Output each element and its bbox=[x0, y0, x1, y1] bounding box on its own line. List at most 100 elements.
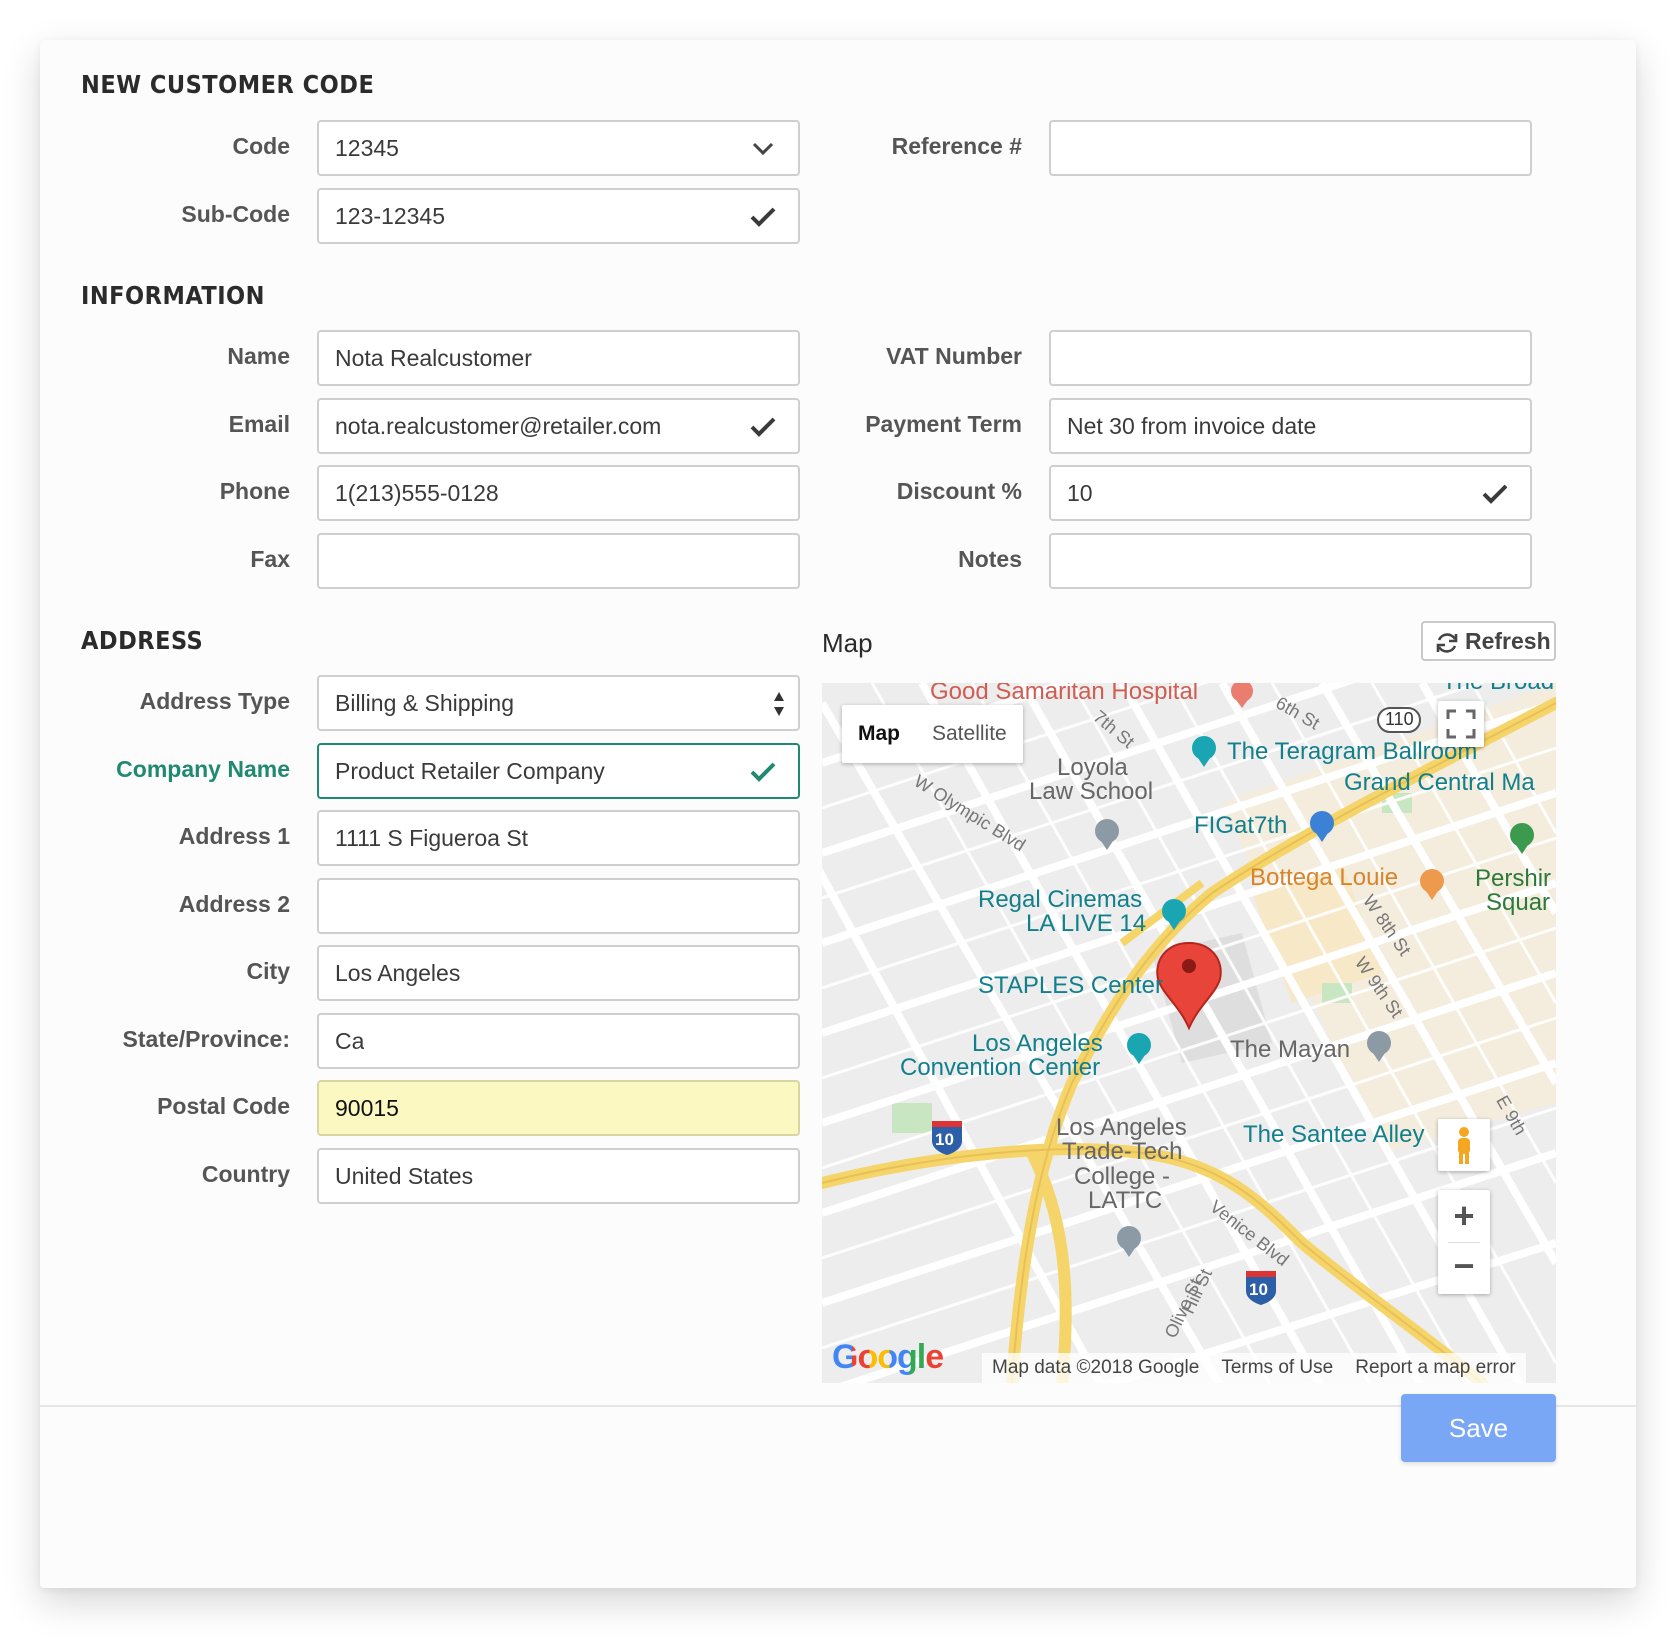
discount-value: 10 bbox=[1067, 480, 1093, 506]
state-value: Ca bbox=[335, 1028, 365, 1054]
refresh-button[interactable]: Refresh bbox=[1421, 621, 1556, 661]
chevron-down-icon bbox=[752, 142, 774, 156]
terms-of-use-link[interactable]: Terms of Use bbox=[1221, 1353, 1333, 1383]
poi-tradetech-2: Trade-Tech bbox=[1062, 1138, 1183, 1165]
code-value: 12345 bbox=[335, 135, 399, 161]
interstate-10-label-2: 10 bbox=[1249, 1280, 1268, 1299]
address1-input[interactable]: 1111 S Figueroa St bbox=[317, 810, 800, 866]
poi-santee-alley: The Santee Alley bbox=[1243, 1121, 1425, 1148]
poi-pershing-2: Squar bbox=[1486, 889, 1551, 916]
name-label: Name bbox=[227, 343, 290, 369]
report-map-error-link[interactable]: Report a map error bbox=[1355, 1353, 1516, 1383]
payment-term-input[interactable]: Net 30 from invoice date bbox=[1049, 398, 1532, 454]
vat-input[interactable] bbox=[1049, 330, 1532, 386]
address1-value: 1111 S Figueroa St bbox=[335, 825, 529, 851]
poi-convention-2: Convention Center bbox=[900, 1054, 1101, 1081]
poi-bottega-louie: Bottega Louie bbox=[1250, 864, 1399, 891]
address2-input[interactable] bbox=[317, 878, 800, 934]
phone-value: 1(213)555-0128 bbox=[335, 480, 499, 506]
payment-term-label: Payment Term bbox=[865, 411, 1022, 437]
section-title-new-customer-code: NEW CUSTOMER CODE bbox=[81, 70, 375, 99]
name-value: Nota Realcustomer bbox=[335, 345, 532, 371]
fullscreen-icon bbox=[1446, 709, 1476, 739]
select-updown-icon bbox=[774, 692, 784, 716]
map-type-control: Map Satellite bbox=[842, 705, 1023, 763]
poi-grand-central: Grand Central Ma bbox=[1344, 769, 1535, 796]
code-select[interactable]: 12345 bbox=[317, 120, 800, 176]
state-label: State/Province: bbox=[122, 1026, 290, 1052]
check-icon bbox=[750, 207, 776, 227]
subcode-label: Sub-Code bbox=[181, 201, 290, 227]
notes-input[interactable] bbox=[1049, 533, 1532, 589]
check-icon bbox=[750, 417, 776, 437]
save-button[interactable]: Save bbox=[1401, 1394, 1556, 1462]
poi-the-broad: The Broad bbox=[1442, 683, 1554, 695]
section-title-address: ADDRESS bbox=[81, 626, 204, 655]
phone-input[interactable]: 1(213)555-0128 bbox=[317, 465, 800, 521]
check-icon bbox=[1482, 484, 1508, 504]
street-view-button[interactable] bbox=[1438, 1119, 1490, 1171]
postal-code-label: Postal Code bbox=[157, 1093, 290, 1119]
address-type-label: Address Type bbox=[139, 688, 290, 714]
subcode-input[interactable]: 123-12345 bbox=[317, 188, 800, 244]
postal-code-value: 90015 bbox=[335, 1095, 399, 1121]
poi-the-mayan: The Mayan bbox=[1230, 1036, 1351, 1063]
footer-divider bbox=[40, 1405, 1636, 1407]
phone-label: Phone bbox=[219, 478, 290, 504]
zoom-divider bbox=[1448, 1242, 1480, 1243]
zoom-control: + − bbox=[1438, 1190, 1490, 1294]
poi-regal-2: LA LIVE 14 bbox=[1026, 910, 1147, 937]
map-title: Map bbox=[822, 628, 873, 658]
poi-tradetech-4: LATTC bbox=[1088, 1187, 1163, 1214]
state-input[interactable]: Ca bbox=[317, 1013, 800, 1069]
interstate-10-label: 10 bbox=[935, 1130, 954, 1149]
postal-code-input[interactable]: 90015 bbox=[317, 1080, 800, 1136]
google-logo: Google bbox=[832, 1338, 944, 1377]
map-type-satellite-button[interactable]: Satellite bbox=[916, 705, 1023, 763]
highway-110-label: 110 bbox=[1385, 709, 1414, 729]
poi-loyola-2: Law School bbox=[1029, 778, 1154, 805]
email-input[interactable]: nota.realcustomer@retailer.com bbox=[317, 398, 800, 454]
address-type-select[interactable]: Billing & Shipping bbox=[317, 675, 800, 731]
pegman-icon bbox=[1458, 1127, 1470, 1164]
reference-input[interactable] bbox=[1049, 120, 1532, 176]
discount-input[interactable]: 10 bbox=[1049, 465, 1532, 521]
map-data-credit: Map data ©2018 Google bbox=[992, 1357, 1200, 1378]
section-title-information: INFORMATION bbox=[81, 281, 265, 310]
discount-label: Discount % bbox=[896, 478, 1022, 504]
map-footer: Map data ©2018 Google Terms of Use Repor… bbox=[982, 1353, 1526, 1383]
country-value: United States bbox=[335, 1163, 474, 1189]
zoom-in-button[interactable]: + bbox=[1438, 1190, 1490, 1242]
country-label: Country bbox=[201, 1161, 290, 1187]
name-input[interactable]: Nota Realcustomer bbox=[317, 330, 800, 386]
check-icon bbox=[750, 762, 776, 782]
fax-label: Fax bbox=[250, 546, 290, 572]
country-input[interactable]: United States bbox=[317, 1148, 800, 1204]
company-name-input[interactable]: Product Retailer Company bbox=[317, 743, 800, 799]
address1-label: Address 1 bbox=[178, 823, 290, 849]
payment-term-value: Net 30 from invoice date bbox=[1067, 413, 1317, 439]
customer-form-card: NEW CUSTOMER CODE Code 12345 Sub-Code 12… bbox=[40, 40, 1636, 1588]
refresh-label: Refresh bbox=[1465, 628, 1551, 654]
reference-label: Reference # bbox=[891, 133, 1022, 159]
poi-good-samaritan: Good Samaritan Hospital bbox=[930, 683, 1199, 705]
poi-staples-center: STAPLES Center bbox=[978, 972, 1163, 999]
google-logo-text: Google bbox=[832, 1338, 944, 1376]
address2-label: Address 2 bbox=[178, 891, 290, 917]
map-type-map-button[interactable]: Map bbox=[842, 705, 916, 763]
code-label: Code bbox=[232, 133, 291, 159]
map-view[interactable]: 110 10 10 Good Samaritan Hospital The Br… bbox=[822, 683, 1556, 1383]
email-label: Email bbox=[228, 411, 290, 437]
city-input[interactable]: Los Angeles bbox=[317, 945, 800, 1001]
email-value: nota.realcustomer@retailer.com bbox=[335, 413, 662, 439]
poi-figat7th: FIGat7th bbox=[1194, 812, 1288, 839]
subcode-value: 123-12345 bbox=[335, 203, 445, 229]
notes-label: Notes bbox=[958, 546, 1022, 572]
fullscreen-button[interactable] bbox=[1438, 701, 1484, 747]
company-name-label: Company Name bbox=[116, 756, 290, 782]
vat-label: VAT Number bbox=[886, 343, 1022, 369]
fax-input[interactable] bbox=[317, 533, 800, 589]
company-name-value: Product Retailer Company bbox=[335, 758, 605, 784]
refresh-icon bbox=[1436, 633, 1458, 653]
zoom-out-button[interactable]: − bbox=[1438, 1242, 1490, 1294]
